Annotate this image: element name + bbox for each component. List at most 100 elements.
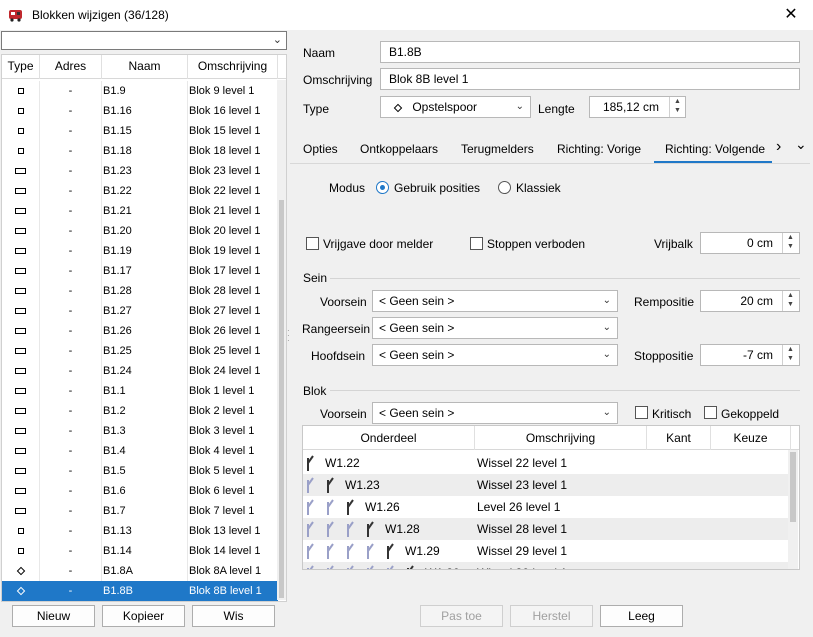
klassiek-label[interactable]: Klassiek <box>516 181 561 195</box>
hoofdsein-select[interactable]: < Geen sein > ⌄ <box>372 344 618 366</box>
block-type-icon <box>2 161 40 181</box>
cell-adres: - <box>40 381 102 401</box>
route-row[interactable]: W1.23 Wissel 23 level 1 <box>303 474 789 496</box>
cell-adres: - <box>40 461 102 481</box>
switch-icon <box>325 543 335 559</box>
table-row[interactable]: - B1.20 Blok 20 level 1 <box>2 221 278 241</box>
column-header-omschrijving[interactable]: Omschrijving <box>475 426 647 450</box>
column-header-onderdeel[interactable]: Onderdeel <box>303 426 475 450</box>
route-row[interactable]: W1.26 Level 26 level 1 <box>303 496 789 518</box>
tab-menu-icon[interactable]: ⌄ <box>795 136 807 156</box>
table-row[interactable]: - B1.8B Blok 8B level 1 <box>2 581 278 601</box>
cell-omschrijving: Blok 6 level 1 <box>188 481 278 501</box>
block-type-icon <box>2 361 40 381</box>
table-row[interactable]: - B1.16 Blok 16 level 1 <box>2 101 278 121</box>
table-row[interactable]: - B1.17 Blok 17 level 1 <box>2 261 278 281</box>
type-select[interactable]: Opstelspoor ⌄ <box>380 96 531 118</box>
voorsein-select[interactable]: < Geen sein > ⌄ <box>372 290 618 312</box>
table-row[interactable]: - B1.21 Blok 21 level 1 <box>2 201 278 221</box>
cell-naam: B1.16 <box>102 101 188 121</box>
cell-naam: B1.25 <box>102 341 188 361</box>
stoppositie-spinner[interactable]: ▲ ▼ <box>782 345 798 365</box>
table-row[interactable]: - B1.15 Blok 15 level 1 <box>2 121 278 141</box>
route-row[interactable]: W1.22 Wissel 22 level 1 <box>303 452 789 474</box>
radio-gebruik-posities[interactable] <box>376 181 389 194</box>
vrijgave-label[interactable]: Vrijgave door melder <box>323 237 433 251</box>
stoppen-verboden-label[interactable]: Stoppen verboden <box>487 237 585 251</box>
block-type-icon <box>2 401 40 421</box>
rempositie-spinner[interactable]: ▲ ▼ <box>782 291 798 311</box>
column-header-keuze[interactable]: Keuze <box>711 426 791 450</box>
filter-combo[interactable]: ⌄ <box>1 31 287 50</box>
route-row[interactable]: W1.30 Wissel 30 level 1 <box>303 562 789 569</box>
table-row[interactable]: - B1.5 Blok 5 level 1 <box>2 461 278 481</box>
blok-voorsein-select[interactable]: < Geen sein > ⌄ <box>372 402 618 424</box>
table-row[interactable]: - B1.26 Blok 26 level 1 <box>2 321 278 341</box>
table-row[interactable]: - B1.1 Blok 1 level 1 <box>2 381 278 401</box>
apply-button[interactable]: Pas toe <box>420 605 503 627</box>
tab-richting-volgende[interactable]: Richting: Volgende <box>665 142 765 162</box>
close-icon[interactable]: ✕ <box>776 4 806 26</box>
gebruik-posities-label[interactable]: Gebruik posities <box>394 181 480 195</box>
copy-button[interactable]: Kopieer <box>102 605 185 627</box>
table-row[interactable]: - B1.13 Blok 13 level 1 <box>2 521 278 541</box>
column-header-type[interactable]: Type <box>2 55 40 79</box>
radio-klassiek[interactable] <box>498 181 511 194</box>
tab-ontkoppelaars[interactable]: Ontkoppelaars <box>360 142 438 162</box>
delete-button[interactable]: Wis <box>192 605 275 627</box>
table-row[interactable]: - B1.19 Blok 19 level 1 <box>2 241 278 261</box>
column-header-adres[interactable]: Adres <box>40 55 102 79</box>
new-button[interactable]: Nieuw <box>12 605 95 627</box>
splitter-grip[interactable]: · · · <box>287 327 291 345</box>
column-header-kant[interactable]: Kant <box>647 426 711 450</box>
route-row[interactable]: W1.28 Wissel 28 level 1 <box>303 518 789 540</box>
block-table[interactable]: Type Adres Naam Omschrijving - B1.9 Blok 9… <box>1 54 287 602</box>
table-row[interactable]: - B1.24 Blok 24 level 1 <box>2 361 278 381</box>
table-row[interactable]: - B1.14 Blok 14 level 1 <box>2 541 278 561</box>
column-header-naam[interactable]: Naam <box>102 55 188 79</box>
lengte-spinner[interactable]: ▲ ▼ <box>669 97 685 117</box>
table-row[interactable]: - B1.4 Blok 4 level 1 <box>2 441 278 461</box>
column-header-omschrijving[interactable]: Omschrijving <box>188 55 278 79</box>
tab-opties[interactable]: Opties <box>303 142 338 162</box>
tab-terugmelders[interactable]: Terugmelders <box>461 142 534 162</box>
table-row[interactable]: - B1.9 Blok 9 level 1 <box>2 81 278 101</box>
gekoppeld-checkbox[interactable] <box>704 406 717 419</box>
chevron-down-icon[interactable]: ⌄ <box>273 33 282 46</box>
vrijgave-checkbox[interactable] <box>306 237 319 250</box>
naam-input[interactable]: B1.8B <box>380 41 800 63</box>
route-table[interactable]: Onderdeel Omschrijving Kant Keuze W1.22 W… <box>302 425 800 570</box>
tab-richting-vorige[interactable]: Richting: Vorige <box>557 142 641 162</box>
table-row[interactable]: - B1.7 Blok 7 level 1 <box>2 501 278 521</box>
kritisch-label[interactable]: Kritisch <box>652 407 691 421</box>
cell-naam: B1.8B <box>102 581 188 601</box>
switch-icon <box>305 477 315 493</box>
stoppen-verboden-checkbox[interactable] <box>470 237 483 250</box>
table-row[interactable]: - B1.2 Blok 2 level 1 <box>2 401 278 421</box>
tab-scroll-right-icon[interactable]: › <box>776 138 781 158</box>
route-row[interactable]: W1.29 Wissel 29 level 1 <box>303 540 789 562</box>
table-row[interactable]: - B1.6 Blok 6 level 1 <box>2 481 278 501</box>
cell-omschrijving: Blok 26 level 1 <box>188 321 278 341</box>
table-row[interactable]: - B1.3 Blok 3 level 1 <box>2 421 278 441</box>
rangeersein-select[interactable]: < Geen sein > ⌄ <box>372 317 618 339</box>
table-row[interactable]: - B1.27 Blok 27 level 1 <box>2 301 278 321</box>
switch-icon <box>325 565 335 569</box>
cell-adres: - <box>40 281 102 301</box>
route-table-scrollbar-thumb[interactable] <box>790 452 796 522</box>
table-row[interactable]: - B1.8A Blok 8A level 1 <box>2 561 278 581</box>
gekoppeld-label[interactable]: Gekoppeld <box>721 407 779 421</box>
kritisch-checkbox[interactable] <box>635 406 648 419</box>
table-row[interactable]: - B1.22 Blok 22 level 1 <box>2 181 278 201</box>
table-row[interactable]: - B1.23 Blok 23 level 1 <box>2 161 278 181</box>
table-row[interactable]: - B1.18 Blok 18 level 1 <box>2 141 278 161</box>
vrijbalk-spinner[interactable]: ▲ ▼ <box>782 233 798 253</box>
chevron-down-icon: ⌄ <box>515 101 524 112</box>
table-row[interactable]: - B1.28 Blok 28 level 1 <box>2 281 278 301</box>
restore-button[interactable]: Herstel <box>510 605 593 627</box>
left-scrollbar-thumb[interactable] <box>279 200 284 598</box>
table-row[interactable]: - B1.25 Blok 25 level 1 <box>2 341 278 361</box>
omschrijving-input[interactable]: Blok 8B level 1 <box>380 68 800 90</box>
clear-button[interactable]: Leeg <box>600 605 683 627</box>
switch-icon <box>305 521 315 537</box>
